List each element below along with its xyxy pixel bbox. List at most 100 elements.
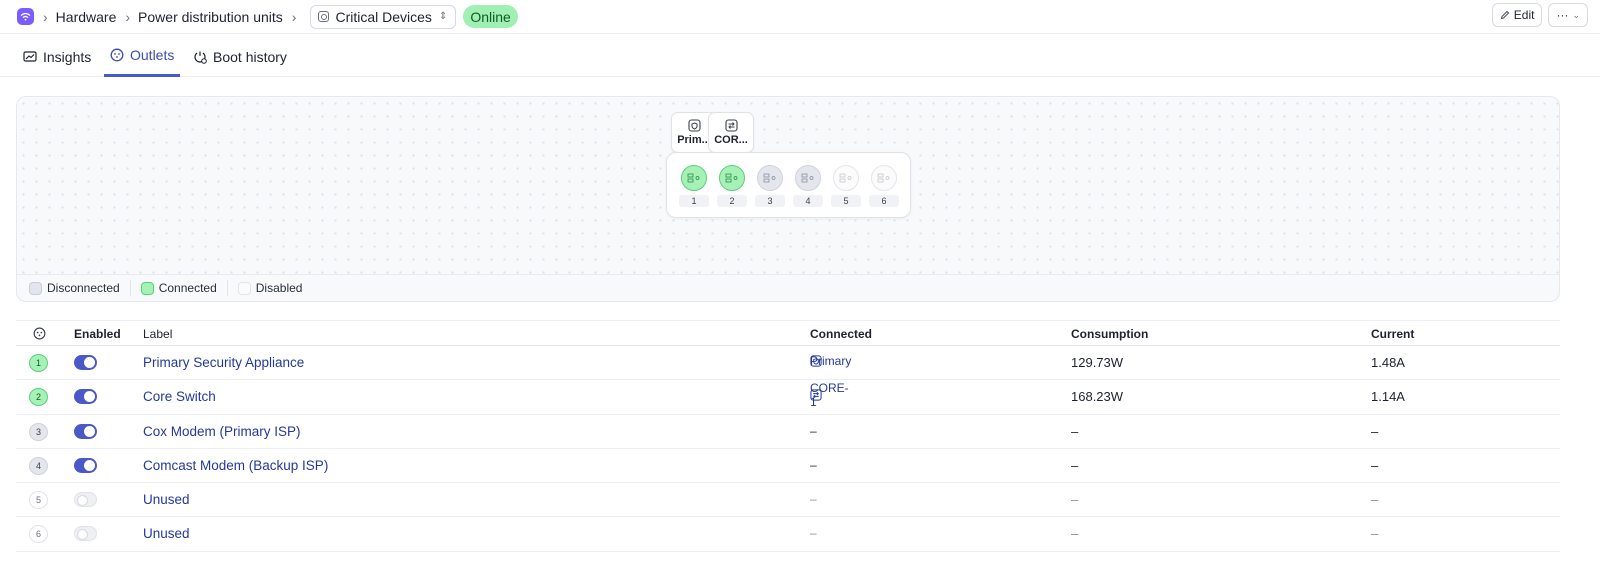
legend-swatch: [29, 281, 42, 295]
enabled-toggle[interactable]: [74, 423, 97, 439]
current-value: –: [1371, 526, 1379, 542]
outlet-icon: [110, 48, 124, 62]
tab-outlets[interactable]: Outlets: [104, 36, 181, 77]
outlet-label-link[interactable]: Core Switch: [143, 389, 216, 404]
top-bar: › Hardware › Power distribution units › …: [0, 0, 1600, 34]
tab-boot-history[interactable]: Boot history: [193, 36, 287, 77]
enabled-toggle[interactable]: [74, 526, 97, 542]
outlet-number-badge: 6: [29, 525, 48, 544]
outlet-number-badge: 5: [29, 491, 48, 510]
connected-value: –: [810, 423, 817, 438]
switch-icon: [724, 119, 738, 132]
more-button[interactable]: ··· ⌄: [1548, 3, 1588, 27]
edit-button-label: Edit: [1513, 8, 1535, 22]
legend-swatch: [237, 281, 251, 295]
status-badge: Online: [463, 5, 518, 28]
tab-insights-label: Insights: [43, 48, 92, 65]
connected-device-link[interactable]: CORE-1: [810, 381, 849, 409]
current-value: 1.14A: [1371, 389, 1405, 405]
current-value: –: [1371, 423, 1379, 439]
tab-boot-history-label: Boot history: [213, 48, 287, 65]
current-value: –: [1371, 457, 1379, 473]
outlet-label-link[interactable]: Cox Modem (Primary ISP): [143, 424, 301, 439]
outlet-label-link[interactable]: Unused: [143, 526, 190, 541]
plug-socket-icon: [839, 173, 852, 183]
legend-connected: Connected: [140, 280, 228, 296]
chevron-down-icon: ⌄: [1572, 9, 1580, 20]
enabled-toggle[interactable]: [74, 355, 97, 370]
pencil-icon: [1500, 10, 1509, 20]
device-card-label: COR...: [714, 134, 748, 146]
outlet-number: 3: [755, 195, 785, 207]
outlet-label-link[interactable]: Comcast Modem (Backup ISP): [143, 458, 328, 473]
consumption-value: –: [1071, 423, 1079, 439]
connected-value: –: [810, 492, 817, 507]
outlet-3[interactable]: [757, 165, 783, 191]
chevron-right-icon: ›: [43, 8, 48, 25]
consumption-value: –: [1071, 457, 1079, 473]
consumption-value: –: [1071, 526, 1079, 542]
enabled-toggle[interactable]: [74, 389, 97, 405]
column-header-consumption[interactable]: Consumption: [1071, 327, 1148, 341]
table-row[interactable]: 4 Comcast Modem (Backup ISP) – – –: [16, 449, 1560, 484]
consumption-value: –: [1071, 492, 1079, 508]
outlet-1[interactable]: [681, 165, 707, 191]
security-appliance-icon: [687, 119, 701, 132]
plug-socket-icon: [801, 173, 814, 183]
legend-swatch: [140, 281, 154, 295]
connected-device-name: Primary: [810, 354, 852, 368]
table-header: Enabled Label Connected Consumption Curr…: [16, 320, 1560, 346]
edit-button[interactable]: Edit: [1491, 3, 1543, 27]
tab-outlets-label: Outlets: [130, 47, 175, 63]
outlet-label-link[interactable]: Unused: [143, 492, 190, 507]
legend-disabled: Disabled: [237, 280, 313, 296]
device-card-core[interactable]: COR...: [708, 112, 754, 153]
breadcrumb-pdus[interactable]: Power distribution units: [138, 9, 283, 25]
outlet-number: 2: [717, 195, 747, 207]
table-row[interactable]: 5 Unused – – –: [16, 483, 1560, 518]
device-card-label: Prim...: [677, 134, 711, 146]
column-header-enabled[interactable]: Enabled: [74, 327, 121, 341]
table-row[interactable]: 1 Primary Security Appliance Primary 129…: [16, 346, 1560, 381]
enabled-toggle[interactable]: [74, 492, 97, 508]
enabled-toggle[interactable]: [74, 457, 97, 473]
connected-device-name: CORE-1: [810, 381, 849, 410]
consumption-value: 129.73W: [1071, 355, 1124, 370]
column-header-connected[interactable]: Connected: [810, 327, 872, 341]
outlet-number-badge: 2: [29, 388, 48, 407]
table-row[interactable]: 2 Core Switch CORE-1 168.23W 1.14A: [16, 380, 1560, 415]
connected-device-link[interactable]: Primary: [810, 354, 851, 368]
plug-socket-icon: [687, 173, 700, 183]
table-row[interactable]: 6 Unused – – –: [16, 517, 1560, 552]
boot-history-icon: [194, 51, 207, 64]
device-selector[interactable]: Critical Devices ⇕: [310, 4, 457, 29]
column-header-current[interactable]: Current: [1371, 327, 1414, 341]
table-row[interactable]: 3 Cox Modem (Primary ISP) – – –: [16, 415, 1560, 449]
breadcrumb-hardware[interactable]: Hardware: [56, 9, 117, 25]
wifi-icon[interactable]: [17, 8, 34, 25]
ellipsis-icon: ···: [1556, 8, 1569, 22]
outlet-5[interactable]: [833, 165, 859, 191]
tab-insights[interactable]: Insights: [23, 36, 91, 77]
outlet-number: 5: [831, 195, 861, 207]
outlets-table: Enabled Label Connected Consumption Curr…: [16, 320, 1560, 552]
diagram-legend: Disconnected Connected Disabled: [16, 274, 1560, 302]
outlet-column-icon: [33, 327, 46, 343]
pdu-icon: [318, 11, 330, 22]
tab-bar: Insights Outlets Boot history: [0, 36, 1600, 77]
pdu-outlet-panel: 1 2 3 4 5 6: [666, 152, 911, 218]
outlet-2[interactable]: [719, 165, 745, 191]
outlet-6[interactable]: [871, 165, 897, 191]
current-value: –: [1371, 492, 1379, 508]
diagram-legend-wrapper: Disconnected Connected Disabled: [16, 274, 1560, 302]
outlet-4[interactable]: [795, 165, 821, 191]
insights-icon: [23, 51, 37, 62]
chevron-updown-icon: ⇕: [438, 10, 448, 22]
outlet-number: 1: [679, 195, 709, 207]
connected-value: –: [810, 526, 817, 541]
legend-label: Disconnected: [47, 281, 120, 295]
outlet-label-link[interactable]: Primary Security Appliance: [143, 355, 304, 370]
plug-socket-icon: [725, 173, 738, 183]
outlet-number-badge: 4: [29, 456, 48, 475]
column-header-label[interactable]: Label: [143, 327, 172, 341]
